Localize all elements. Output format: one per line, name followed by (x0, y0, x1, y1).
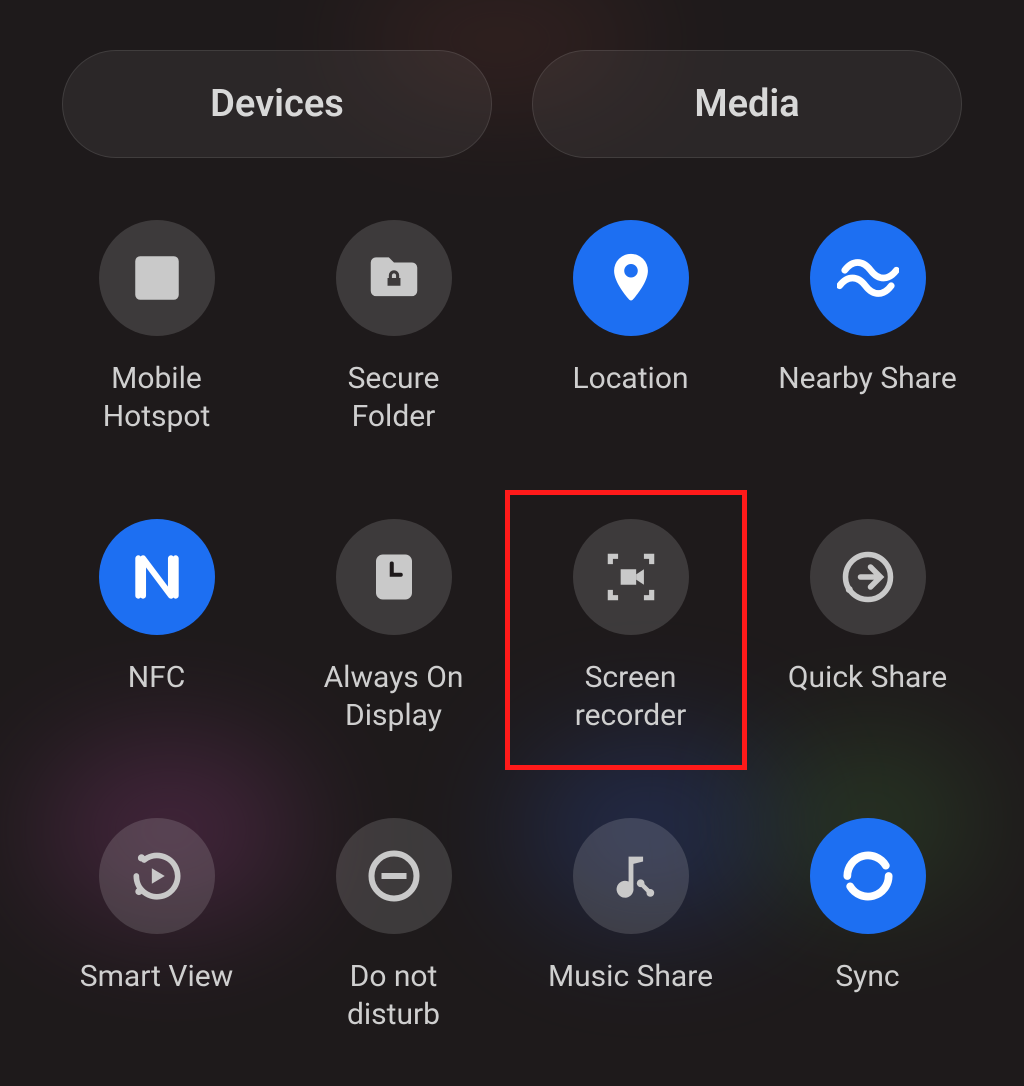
toggle-quick-share[interactable] (810, 519, 926, 635)
tile-nearby-share: Nearby Share (749, 220, 986, 435)
tile-music-share: Music Share (512, 818, 749, 1033)
screen-recorder-icon (600, 546, 662, 608)
toggle-smart-view[interactable] (99, 818, 215, 934)
media-label: Media (694, 82, 799, 126)
media-button[interactable]: Media (532, 50, 962, 158)
toggle-do-not-disturb[interactable] (336, 818, 452, 934)
tile-always-on-display: Always On Display (275, 519, 512, 734)
quick-settings-grid: Mobile Hotspot Secure Folder Location (0, 158, 1024, 1033)
toggle-sync[interactable] (810, 818, 926, 934)
aod-icon (367, 550, 421, 604)
tile-quick-share: Quick Share (749, 519, 986, 734)
toggle-always-on-display[interactable] (336, 519, 452, 635)
tile-mobile-hotspot: Mobile Hotspot (38, 220, 275, 435)
folder-lock-icon (363, 247, 425, 309)
devices-button[interactable]: Devices (62, 50, 492, 158)
tile-location: Location (512, 220, 749, 435)
tile-screen-recorder: Screen recorder (512, 519, 749, 734)
toggle-nfc[interactable] (99, 519, 215, 635)
toggle-music-share[interactable] (573, 818, 689, 934)
quick-share-icon (838, 547, 898, 607)
tile-label: Quick Share (788, 659, 947, 697)
dnd-icon (364, 846, 424, 906)
tile-label: Secure Folder (348, 360, 440, 435)
tile-label: Mobile Hotspot (103, 360, 211, 435)
sync-icon (837, 845, 899, 907)
music-share-icon (602, 847, 660, 905)
tile-secure-folder: Secure Folder (275, 220, 512, 435)
smart-view-icon (126, 845, 188, 907)
toggle-screen-recorder[interactable] (573, 519, 689, 635)
tile-label: Screen recorder (575, 659, 687, 734)
tile-label: Smart View (80, 958, 233, 996)
tile-do-not-disturb: Do not disturb (275, 818, 512, 1033)
tile-label: Do not disturb (347, 958, 440, 1033)
tile-label: Location (572, 360, 688, 398)
tile-smart-view: Smart View (38, 818, 275, 1033)
devices-label: Devices (210, 82, 344, 126)
tile-label: NFC (128, 659, 186, 697)
tile-sync: Sync (749, 818, 986, 1033)
toggle-mobile-hotspot[interactable] (99, 220, 215, 336)
tile-label: Always On Display (324, 659, 464, 734)
nfc-icon (129, 549, 185, 605)
tile-label: Nearby Share (778, 360, 957, 398)
toggle-location[interactable] (573, 220, 689, 336)
toggle-secure-folder[interactable] (336, 220, 452, 336)
tile-label: Sync (835, 958, 899, 996)
nearby-share-icon (837, 247, 899, 309)
tile-nfc: NFC (38, 519, 275, 734)
location-icon (602, 249, 660, 307)
tile-label: Music Share (548, 958, 713, 996)
toggle-nearby-share[interactable] (810, 220, 926, 336)
hotspot-icon (128, 249, 186, 307)
